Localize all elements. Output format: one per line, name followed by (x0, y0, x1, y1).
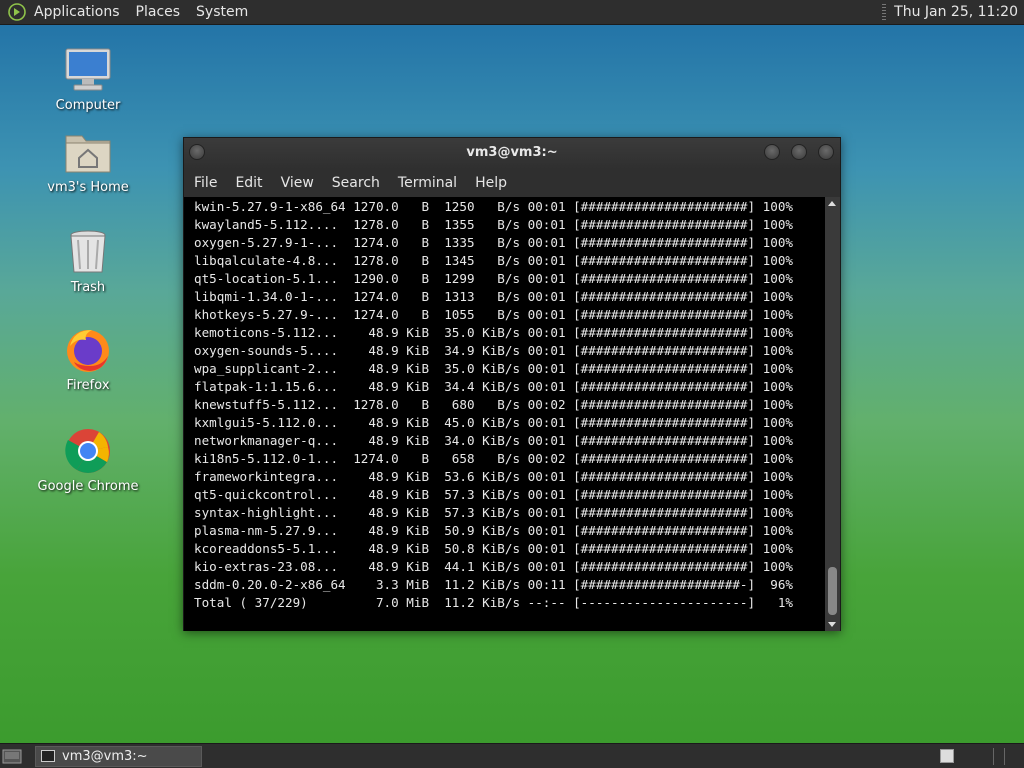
terminal-menubar: File Edit View Search Terminal Help (184, 169, 840, 197)
close-button[interactable] (818, 144, 834, 160)
terminal-line: Total ( 37/229) 7.0 MiB 11.2 KiB/s --:--… (194, 595, 793, 610)
applications-menu[interactable]: Applications (26, 0, 128, 25)
terminal-line: networkmanager-q... 48.9 KiB 34.0 KiB/s … (194, 433, 793, 448)
panel-handle[interactable] (882, 3, 887, 21)
terminal-line: kwin-5.27.9-1-x86_64 1270.0 B 1250 B/s 0… (194, 199, 793, 214)
terminal-line: ki18n5-5.112.0-1... 1274.0 B 658 B/s 00:… (194, 451, 793, 466)
system-menu[interactable]: System (188, 0, 256, 25)
terminal-line: kemoticons-5.112... 48.9 KiB 35.0 KiB/s … (194, 325, 793, 340)
show-desktop-icon[interactable] (2, 748, 22, 765)
window-titlebar[interactable]: vm3@vm3:~ (184, 138, 840, 169)
home-folder-icon (64, 128, 112, 176)
terminal-line: oxygen-sounds-5.... 48.9 KiB 34.9 KiB/s … (194, 343, 793, 358)
distro-logo-icon[interactable] (8, 3, 26, 21)
taskbar-window-button[interactable]: vm3@vm3:~ (35, 746, 202, 767)
scroll-down-arrow-icon[interactable] (828, 622, 836, 627)
terminal-line: libqalculate-4.8... 1278.0 B 1345 B/s 00… (194, 253, 793, 268)
taskbar-window-label: vm3@vm3:~ (62, 749, 148, 764)
terminal-line: oxygen-5.27.9-1-... 1274.0 B 1335 B/s 00… (194, 235, 793, 250)
terminal-window[interactable]: vm3@vm3:~ File Edit View Search Terminal… (183, 137, 841, 631)
desktop-icon-computer[interactable]: Computer (28, 46, 148, 113)
terminal-line: wpa_supplicant-2... 48.9 KiB 35.0 KiB/s … (194, 361, 793, 376)
terminal-line: flatpak-1:1.15.6... 48.9 KiB 34.4 KiB/s … (194, 379, 793, 394)
menu-help[interactable]: Help (467, 175, 515, 191)
desktop-icon-label: Google Chrome (37, 479, 139, 494)
firefox-icon (64, 326, 112, 374)
minimize-button[interactable] (764, 144, 780, 160)
terminal-line: qt5-quickcontrol... 48.9 KiB 57.3 KiB/s … (194, 487, 793, 502)
window-title: vm3@vm3:~ (466, 145, 558, 160)
menu-view[interactable]: View (273, 175, 322, 191)
computer-icon (64, 46, 112, 94)
menu-edit[interactable]: Edit (227, 175, 270, 191)
desktop-icon-label: vm3's Home (47, 180, 129, 195)
menu-search[interactable]: Search (324, 175, 388, 191)
terminal-line: frameworkintegra... 48.9 KiB 53.6 KiB/s … (194, 469, 793, 484)
terminal-line: kcoreaddons5-5.1... 48.9 KiB 50.8 KiB/s … (194, 541, 793, 556)
desktop-icon-firefox[interactable]: Firefox (28, 326, 148, 393)
terminal-line: qt5-location-5.1... 1290.0 B 1299 B/s 00… (194, 271, 793, 286)
desktop-icon-trash[interactable]: Trash (28, 228, 148, 295)
terminal-line: kio-extras-23.08... 48.9 KiB 44.1 KiB/s … (194, 559, 793, 574)
workspace-switcher[interactable] (940, 749, 954, 763)
terminal-line: libqmi-1.34.0-1-... 1274.0 B 1313 B/s 00… (194, 289, 793, 304)
menu-file[interactable]: File (186, 175, 225, 191)
terminal-line: plasma-nm-5.27.9... 48.9 KiB 50.9 KiB/s … (194, 523, 793, 538)
terminal-line: sddm-0.20.0-2-x86_64 3.3 MiB 11.2 KiB/s … (194, 577, 793, 592)
terminal-line: kxmlgui5-5.112.0... 48.9 KiB 45.0 KiB/s … (194, 415, 793, 430)
window-menu-button[interactable] (189, 144, 205, 160)
desktop-icon-label: Trash (70, 280, 106, 295)
clock[interactable]: Thu Jan 25, 11:20 (894, 4, 1024, 20)
desktop-icon-label: Computer (55, 98, 121, 113)
workspace-divider (1004, 748, 1005, 765)
trash-icon (64, 228, 112, 276)
desktop-icon-label: Firefox (66, 378, 110, 393)
menu-terminal[interactable]: Terminal (390, 175, 465, 191)
terminal-line: khotkeys-5.27.9-... 1274.0 B 1055 B/s 00… (194, 307, 793, 322)
desktop-icon-home[interactable]: vm3's Home (28, 128, 148, 195)
terminal-line: knewstuff5-5.112... 1278.0 B 680 B/s 00:… (194, 397, 793, 412)
terminal-output[interactable]: kwin-5.27.9-1-x86_64 1270.0 B 1250 B/s 0… (184, 197, 826, 631)
terminal-icon (41, 750, 55, 762)
panel-right-area: Thu Jan 25, 11:20 (882, 0, 1024, 25)
workspace-divider (993, 748, 994, 765)
terminal-line: syntax-highlight... 48.9 KiB 57.3 KiB/s … (194, 505, 793, 520)
terminal-line: kwayland5-5.112.... 1278.0 B 1355 B/s 00… (194, 217, 793, 232)
desktop-icon-chrome[interactable]: Google Chrome (28, 427, 148, 494)
scroll-thumb[interactable] (828, 567, 837, 615)
bottom-panel: vm3@vm3:~ (0, 743, 1024, 768)
top-panel: Applications Places System Thu Jan 25, 1… (0, 0, 1024, 25)
maximize-button[interactable] (791, 144, 807, 160)
terminal-text: kwin-5.27.9-1-x86_64 1270.0 B 1250 B/s 0… (184, 197, 826, 612)
places-menu[interactable]: Places (128, 0, 189, 25)
terminal-scrollbar[interactable] (825, 197, 840, 631)
chrome-icon (64, 427, 112, 475)
scroll-up-arrow-icon[interactable] (828, 201, 836, 206)
